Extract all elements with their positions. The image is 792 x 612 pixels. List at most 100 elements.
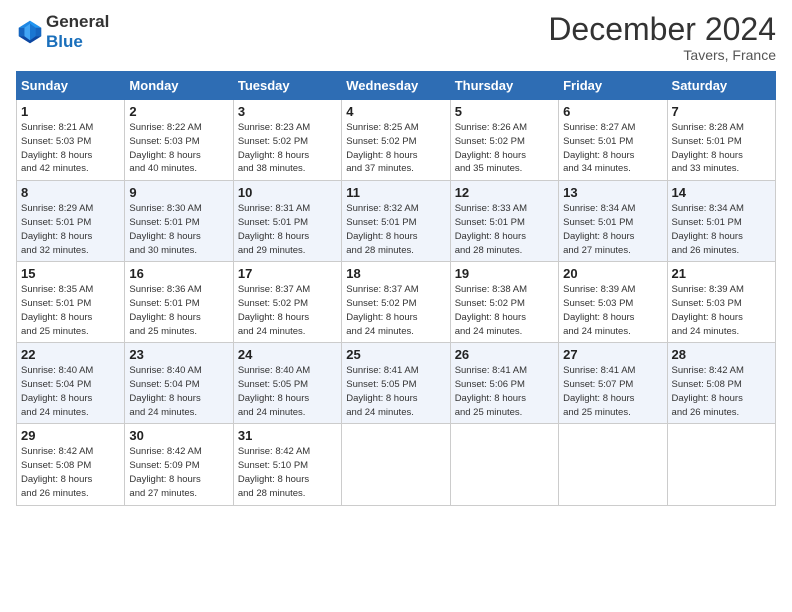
day-cell: 22 Sunrise: 8:40 AM Sunset: 5:04 PM Dayli…	[17, 343, 125, 424]
day-info: Sunrise: 8:29 AM Sunset: 5:01 PM Dayligh…	[21, 202, 120, 257]
day-info: Sunrise: 8:30 AM Sunset: 5:01 PM Dayligh…	[129, 202, 228, 257]
day-number: 20	[563, 266, 662, 281]
day-number: 19	[455, 266, 554, 281]
day-number: 12	[455, 185, 554, 200]
day-number: 29	[21, 428, 120, 443]
day-info: Sunrise: 8:41 AM Sunset: 5:05 PM Dayligh…	[346, 364, 445, 419]
col-monday: Monday	[125, 72, 233, 100]
day-cell: 9Sunrise: 8:30 AM Sunset: 5:01 PM Daylig…	[125, 181, 233, 262]
day-info: Sunrise: 8:32 AM Sunset: 5:01 PM Dayligh…	[346, 202, 445, 257]
day-cell	[559, 424, 667, 505]
day-number: 11	[346, 185, 445, 200]
day-cell: 8 Sunrise: 8:29 AM Sunset: 5:01 PM Daylig…	[17, 181, 125, 262]
month-title: December 2024	[548, 12, 776, 47]
day-cell: 6Sunrise: 8:27 AM Sunset: 5:01 PM Daylig…	[559, 100, 667, 181]
week-row-3: 15 Sunrise: 8:35 AM Sunset: 5:01 PM Dayli…	[17, 262, 776, 343]
day-info: Sunrise: 8:41 AM Sunset: 5:06 PM Dayligh…	[455, 364, 554, 419]
day-info: Sunrise: 8:42 AM Sunset: 5:09 PM Dayligh…	[129, 445, 228, 500]
day-cell: 3Sunrise: 8:23 AM Sunset: 5:02 PM Daylig…	[233, 100, 341, 181]
day-info: Sunrise: 8:39 AM Sunset: 5:03 PM Dayligh…	[672, 283, 771, 338]
day-number: 25	[346, 347, 445, 362]
day-cell: 19 Sunrise: 8:38 AM Sunset: 5:02 PM Dayli…	[450, 262, 558, 343]
day-cell	[342, 424, 450, 505]
day-cell: 14 Sunrise: 8:34 AM Sunset: 5:01 PM Dayli…	[667, 181, 775, 262]
calendar-table: Sunday Monday Tuesday Wednesday Thursday…	[16, 71, 776, 505]
day-cell: 16 Sunrise: 8:36 AM Sunset: 5:01 PM Dayli…	[125, 262, 233, 343]
day-info: Sunrise: 8:23 AM Sunset: 5:02 PM Dayligh…	[238, 121, 337, 176]
day-number: 16	[129, 266, 228, 281]
day-cell: 26 Sunrise: 8:41 AM Sunset: 5:06 PM Dayli…	[450, 343, 558, 424]
day-number: 21	[672, 266, 771, 281]
day-cell: 24 Sunrise: 8:40 AM Sunset: 5:05 PM Dayli…	[233, 343, 341, 424]
day-cell: 11 Sunrise: 8:32 AM Sunset: 5:01 PM Dayli…	[342, 181, 450, 262]
col-friday: Friday	[559, 72, 667, 100]
col-thursday: Thursday	[450, 72, 558, 100]
day-cell: 10Sunrise: 8:31 AM Sunset: 5:01 PM Dayli…	[233, 181, 341, 262]
day-number: 7	[672, 104, 771, 119]
logo: General Blue	[16, 12, 109, 51]
week-row-2: 8 Sunrise: 8:29 AM Sunset: 5:01 PM Daylig…	[17, 181, 776, 262]
day-cell: 17Sunrise: 8:37 AM Sunset: 5:02 PM Dayli…	[233, 262, 341, 343]
day-info: Sunrise: 8:39 AM Sunset: 5:03 PM Dayligh…	[563, 283, 662, 338]
day-info: Sunrise: 8:36 AM Sunset: 5:01 PM Dayligh…	[129, 283, 228, 338]
day-number: 24	[238, 347, 337, 362]
day-cell: 4 Sunrise: 8:25 AM Sunset: 5:02 PM Daylig…	[342, 100, 450, 181]
day-number: 13	[563, 185, 662, 200]
day-number: 26	[455, 347, 554, 362]
day-number: 30	[129, 428, 228, 443]
page-header: General Blue December 2024 Tavers, Franc…	[16, 12, 776, 63]
week-row-1: 1 Sunrise: 8:21 AM Sunset: 5:03 PM Daylig…	[17, 100, 776, 181]
day-info: Sunrise: 8:35 AM Sunset: 5:01 PM Dayligh…	[21, 283, 120, 338]
day-number: 5	[455, 104, 554, 119]
week-row-5: 29 Sunrise: 8:42 AM Sunset: 5:08 PM Dayli…	[17, 424, 776, 505]
day-cell: 30 Sunrise: 8:42 AM Sunset: 5:09 PM Dayli…	[125, 424, 233, 505]
day-info: Sunrise: 8:25 AM Sunset: 5:02 PM Dayligh…	[346, 121, 445, 176]
day-cell: 25 Sunrise: 8:41 AM Sunset: 5:05 PM Dayli…	[342, 343, 450, 424]
day-number: 28	[672, 347, 771, 362]
day-info: Sunrise: 8:38 AM Sunset: 5:02 PM Dayligh…	[455, 283, 554, 338]
col-sunday: Sunday	[17, 72, 125, 100]
day-info: Sunrise: 8:40 AM Sunset: 5:04 PM Dayligh…	[129, 364, 228, 419]
day-info: Sunrise: 8:40 AM Sunset: 5:05 PM Dayligh…	[238, 364, 337, 419]
day-info: Sunrise: 8:21 AM Sunset: 5:03 PM Dayligh…	[21, 121, 120, 176]
day-cell: 20 Sunrise: 8:39 AM Sunset: 5:03 PM Dayli…	[559, 262, 667, 343]
day-info: Sunrise: 8:42 AM Sunset: 5:10 PM Dayligh…	[238, 445, 337, 500]
day-cell: 2Sunrise: 8:22 AM Sunset: 5:03 PM Daylig…	[125, 100, 233, 181]
day-info: Sunrise: 8:42 AM Sunset: 5:08 PM Dayligh…	[672, 364, 771, 419]
day-number: 18	[346, 266, 445, 281]
day-cell: 28 Sunrise: 8:42 AM Sunset: 5:08 PM Dayli…	[667, 343, 775, 424]
day-info: Sunrise: 8:34 AM Sunset: 5:01 PM Dayligh…	[672, 202, 771, 257]
day-info: Sunrise: 8:42 AM Sunset: 5:08 PM Dayligh…	[21, 445, 120, 500]
location: Tavers, France	[548, 47, 776, 63]
day-number: 1	[21, 104, 120, 119]
day-info: Sunrise: 8:41 AM Sunset: 5:07 PM Dayligh…	[563, 364, 662, 419]
page-container: General Blue December 2024 Tavers, Franc…	[0, 0, 792, 514]
day-cell: 23 Sunrise: 8:40 AM Sunset: 5:04 PM Dayli…	[125, 343, 233, 424]
day-cell: 13Sunrise: 8:34 AM Sunset: 5:01 PM Dayli…	[559, 181, 667, 262]
day-cell: 12Sunrise: 8:33 AM Sunset: 5:01 PM Dayli…	[450, 181, 558, 262]
day-number: 8	[21, 185, 120, 200]
day-number: 31	[238, 428, 337, 443]
day-cell: 1 Sunrise: 8:21 AM Sunset: 5:03 PM Daylig…	[17, 100, 125, 181]
day-info: Sunrise: 8:40 AM Sunset: 5:04 PM Dayligh…	[21, 364, 120, 419]
day-cell: 15 Sunrise: 8:35 AM Sunset: 5:01 PM Dayli…	[17, 262, 125, 343]
day-number: 4	[346, 104, 445, 119]
day-cell: 29 Sunrise: 8:42 AM Sunset: 5:08 PM Dayli…	[17, 424, 125, 505]
day-number: 22	[21, 347, 120, 362]
day-cell	[450, 424, 558, 505]
day-number: 23	[129, 347, 228, 362]
day-number: 15	[21, 266, 120, 281]
day-info: Sunrise: 8:31 AM Sunset: 5:01 PM Dayligh…	[238, 202, 337, 257]
col-wednesday: Wednesday	[342, 72, 450, 100]
day-cell: 21 Sunrise: 8:39 AM Sunset: 5:03 PM Dayli…	[667, 262, 775, 343]
day-number: 17	[238, 266, 337, 281]
day-cell: 7Sunrise: 8:28 AM Sunset: 5:01 PM Daylig…	[667, 100, 775, 181]
day-info: Sunrise: 8:26 AM Sunset: 5:02 PM Dayligh…	[455, 121, 554, 176]
day-cell: 5 Sunrise: 8:26 AM Sunset: 5:02 PM Daylig…	[450, 100, 558, 181]
day-cell: 18Sunrise: 8:37 AM Sunset: 5:02 PM Dayli…	[342, 262, 450, 343]
day-info: Sunrise: 8:22 AM Sunset: 5:03 PM Dayligh…	[129, 121, 228, 176]
calendar-header-row: Sunday Monday Tuesday Wednesday Thursday…	[17, 72, 776, 100]
col-saturday: Saturday	[667, 72, 775, 100]
day-number: 14	[672, 185, 771, 200]
day-cell	[667, 424, 775, 505]
